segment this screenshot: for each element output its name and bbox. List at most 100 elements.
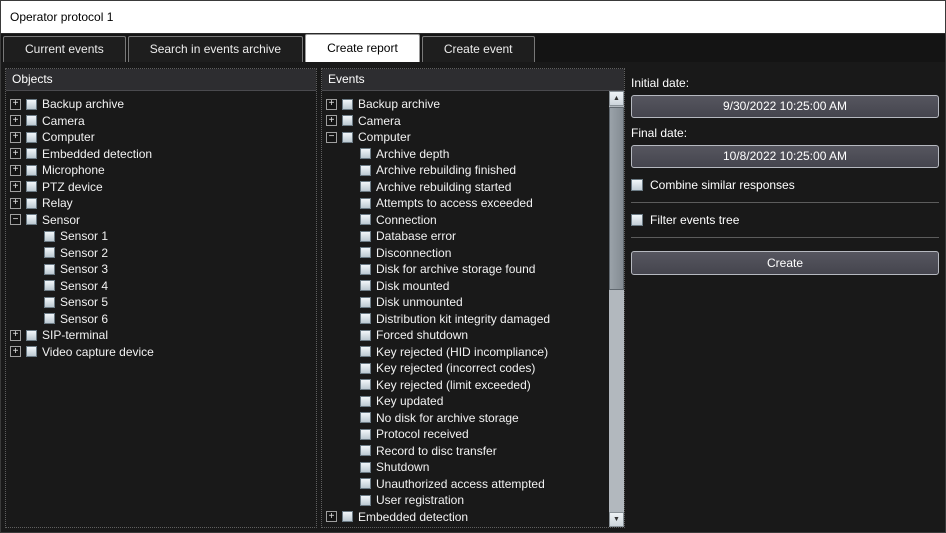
tree-item-video-capture-device[interactable]: +Video capture device [6,344,316,361]
tree-item-camera[interactable]: +Camera [6,113,316,130]
tree-item-forced-shutdown[interactable]: Forced shutdown [322,327,608,344]
tab-search-in-events-archive[interactable]: Search in events archive [128,36,303,62]
tree-item-archive-rebuilding-started[interactable]: Archive rebuilding started [322,179,608,196]
expand-icon[interactable]: + [10,346,21,357]
checkbox[interactable] [360,429,371,440]
checkbox[interactable] [360,181,371,192]
tree-item-database-error[interactable]: Database error [322,228,608,245]
checkbox[interactable] [360,214,371,225]
checkbox[interactable] [342,132,353,143]
expand-icon[interactable]: + [10,330,21,341]
tree-item-sensor-2[interactable]: Sensor 2 [6,245,316,262]
tree-item-user-registration[interactable]: User registration [322,492,608,509]
tree-item-sensor-3[interactable]: Sensor 3 [6,261,316,278]
tree-item-record-to-disc-transfer[interactable]: Record to disc transfer [322,443,608,460]
expand-icon[interactable]: + [10,132,21,143]
tree-item-key-updated[interactable]: Key updated [322,393,608,410]
checkbox[interactable] [26,214,37,225]
scroll-up-icon[interactable]: ▲ [609,91,624,106]
expand-icon[interactable]: + [10,198,21,209]
tree-item-sensor-6[interactable]: Sensor 6 [6,311,316,328]
tree-item-key-rejected-hid-incompliance[interactable]: Key rejected (HID incompliance) [322,344,608,361]
checkbox[interactable] [360,346,371,357]
tree-item-key-rejected-limit-exceeded[interactable]: Key rejected (limit exceeded) [322,377,608,394]
combine-similar-responses-row[interactable]: Combine similar responses [631,168,939,203]
scroll-down-icon[interactable]: ▼ [609,512,624,527]
checkbox[interactable] [26,181,37,192]
tree-item-computer[interactable]: +Computer [6,129,316,146]
checkbox[interactable] [342,99,353,110]
expand-icon[interactable]: + [326,511,337,522]
tree-item-sensor-4[interactable]: Sensor 4 [6,278,316,295]
expand-icon[interactable]: + [10,165,21,176]
checkbox[interactable] [26,115,37,126]
initial-date-field[interactable]: 9/30/2022 10:25:00 AM [631,95,939,118]
checkbox[interactable] [44,280,55,291]
tree-item-microphone[interactable]: +Microphone [322,525,608,527]
checkbox[interactable] [44,247,55,258]
expand-icon[interactable]: + [10,99,21,110]
checkbox[interactable] [44,264,55,275]
checkbox[interactable] [360,148,371,159]
checkbox[interactable] [360,231,371,242]
filter-events-tree-checkbox[interactable] [631,214,643,226]
tree-item-relay[interactable]: +Relay [6,195,316,212]
checkbox[interactable] [360,445,371,456]
checkbox[interactable] [360,379,371,390]
checkbox[interactable] [26,346,37,357]
tree-item-disconnection[interactable]: Disconnection [322,245,608,262]
combine-similar-responses-checkbox[interactable] [631,179,643,191]
checkbox[interactable] [342,115,353,126]
checkbox[interactable] [360,198,371,209]
tree-item-attempts-to-access-exceeded[interactable]: Attempts to access exceeded [322,195,608,212]
checkbox[interactable] [360,280,371,291]
expand-icon[interactable]: + [10,148,21,159]
tree-item-sensor-5[interactable]: Sensor 5 [6,294,316,311]
tab-create-event[interactable]: Create event [422,36,535,62]
create-button[interactable]: Create [631,251,939,275]
tree-item-no-disk-for-archive-storage[interactable]: No disk for archive storage [322,410,608,427]
tree-item-connection[interactable]: Connection [322,212,608,229]
checkbox[interactable] [360,247,371,258]
expand-icon[interactable]: + [326,115,337,126]
checkbox[interactable] [26,132,37,143]
checkbox[interactable] [360,264,371,275]
tree-item-embedded-detection[interactable]: +Embedded detection [322,509,608,526]
tree-item-disk-for-archive-storage-found[interactable]: Disk for archive storage found [322,261,608,278]
checkbox[interactable] [360,363,371,374]
checkbox[interactable] [360,297,371,308]
checkbox[interactable] [26,330,37,341]
tree-item-sensor[interactable]: −Sensor [6,212,316,229]
checkbox[interactable] [360,412,371,423]
scrollbar-thumb[interactable] [609,107,624,290]
checkbox[interactable] [26,99,37,110]
tree-item-backup-archive[interactable]: +Backup archive [322,96,608,113]
checkbox[interactable] [44,231,55,242]
checkbox[interactable] [360,313,371,324]
collapse-icon[interactable]: − [326,132,337,143]
checkbox[interactable] [360,495,371,506]
tree-item-distribution-kit-integrity-damaged[interactable]: Distribution kit integrity damaged [322,311,608,328]
checkbox[interactable] [342,511,353,522]
expand-icon[interactable]: + [326,99,337,110]
checkbox[interactable] [360,478,371,489]
tree-item-computer[interactable]: −Computer [322,129,608,146]
events-scrollbar[interactable]: ▲ ▼ [609,91,624,527]
checkbox[interactable] [360,462,371,473]
checkbox[interactable] [360,396,371,407]
filter-events-tree-row[interactable]: Filter events tree [631,203,939,238]
tree-item-key-rejected-incorrect-codes[interactable]: Key rejected (incorrect codes) [322,360,608,377]
collapse-icon[interactable]: − [10,214,21,225]
final-date-field[interactable]: 10/8/2022 10:25:00 AM [631,145,939,168]
tree-item-disk-unmounted[interactable]: Disk unmounted [322,294,608,311]
checkbox[interactable] [360,330,371,341]
tree-item-embedded-detection[interactable]: +Embedded detection [6,146,316,163]
tab-create-report[interactable]: Create report [305,34,420,62]
tree-item-backup-archive[interactable]: +Backup archive [6,96,316,113]
tree-item-sip-terminal[interactable]: +SIP-terminal [6,327,316,344]
tree-item-sensor-1[interactable]: Sensor 1 [6,228,316,245]
tree-item-archive-depth[interactable]: Archive depth [322,146,608,163]
window-titlebar[interactable]: Operator protocol 1 [1,1,945,34]
checkbox[interactable] [44,297,55,308]
checkbox[interactable] [360,165,371,176]
